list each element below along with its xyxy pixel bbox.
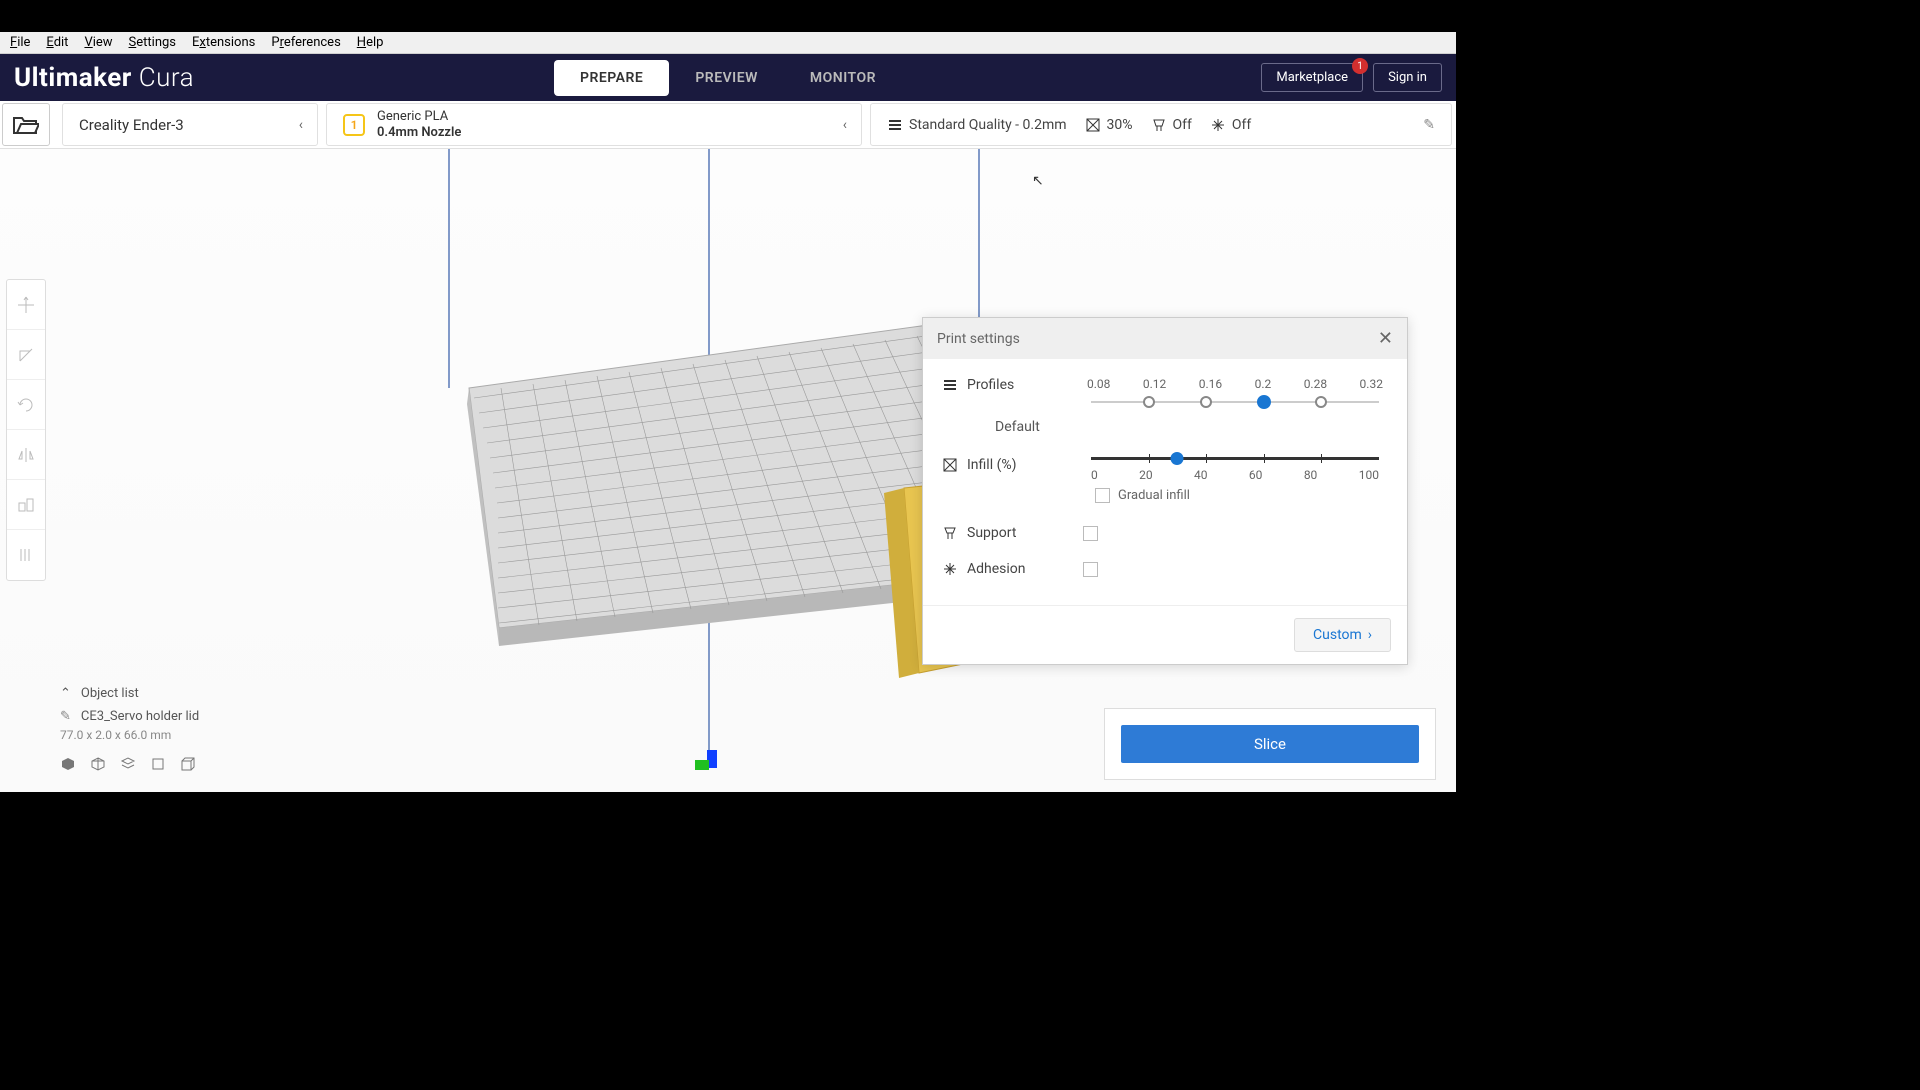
infill-icon [943, 458, 957, 472]
material-selector[interactable]: 1 Generic PLA 0.4mm Nozzle ‹ [326, 103, 862, 146]
tool-scale[interactable] [7, 330, 45, 380]
adhesion-text: Off [1232, 117, 1251, 133]
support-text: Off [1173, 117, 1192, 133]
extruder-badge: 1 [343, 114, 365, 136]
gradual-infill-label: Gradual infill [1118, 488, 1190, 503]
view-solid-icon[interactable] [60, 756, 76, 772]
tool-per-model[interactable] [7, 480, 45, 530]
printer-selector[interactable]: Creality Ender-3 ‹ [62, 103, 318, 146]
view-xray-icon[interactable] [90, 756, 106, 772]
object-dimensions: 77.0 x 2.0 x 66.0 mm [60, 728, 199, 742]
slice-panel: Slice [1104, 708, 1436, 780]
support-checkbox[interactable] [1083, 526, 1098, 541]
marketplace-button[interactable]: Marketplace 1 [1261, 63, 1363, 92]
menu-settings[interactable]: Settings [121, 33, 184, 52]
adhesion-label: Adhesion [967, 561, 1026, 577]
view-iso-icon[interactable] [180, 756, 196, 772]
pencil-icon: ✎ [60, 709, 71, 724]
menu-edit[interactable]: Edit [38, 33, 76, 52]
tool-palette [6, 279, 46, 581]
chevron-left-icon: ‹ [299, 117, 303, 133]
layers-icon [943, 378, 957, 392]
print-settings-title: Print settings [937, 331, 1020, 347]
support-icon [943, 526, 957, 540]
quality-profile-text: Standard Quality - 0.2mm [909, 117, 1067, 133]
tool-move[interactable] [7, 280, 45, 330]
app-header: Ultimaker Cura PREPARE PREVIEW MONITOR M… [0, 54, 1456, 101]
tool-rotate[interactable] [7, 380, 45, 430]
tool-mirror[interactable] [7, 430, 45, 480]
chevron-right-icon: › [1368, 627, 1372, 643]
pencil-icon: ✎ [1423, 117, 1435, 133]
chevron-up-icon: ⌃ [60, 686, 71, 701]
custom-button[interactable]: Custom › [1294, 618, 1391, 652]
support-label: Support [967, 525, 1016, 541]
slice-button[interactable]: Slice [1121, 725, 1419, 763]
app-logo: Ultimaker Cura [14, 63, 194, 93]
menu-preferences[interactable]: Preferences [263, 33, 348, 52]
object-list-item[interactable]: ✎ CE3_Servo holder lid [60, 709, 199, 724]
object-list-panel: ⌃ Object list ✎ CE3_Servo holder lid 77.… [60, 686, 199, 772]
print-settings-selector[interactable]: Standard Quality - 0.2mm 30% Off Off ✎ [870, 103, 1452, 146]
tab-prepare[interactable]: PREPARE [554, 60, 669, 96]
material-name: Generic PLA [377, 109, 461, 125]
print-settings-panel: Print settings ✕ Profiles 0.08 0.12 0.16… [922, 317, 1408, 665]
menu-file[interactable]: File [2, 33, 38, 52]
adhesion-icon [1210, 117, 1226, 133]
infill-slider[interactable] [1091, 457, 1379, 460]
tool-support-blocker[interactable] [7, 530, 45, 580]
profile-slider[interactable] [1091, 401, 1379, 403]
printer-name: Creality Ender-3 [79, 116, 184, 134]
infill-icon [1085, 117, 1101, 133]
view-front-icon[interactable] [150, 756, 166, 772]
menu-view[interactable]: View [76, 33, 120, 52]
marketplace-badge: 1 [1352, 58, 1368, 74]
view-layers-icon[interactable] [120, 756, 136, 772]
gradual-infill-checkbox[interactable] [1095, 488, 1110, 503]
chevron-left-icon: ‹ [843, 117, 847, 133]
close-icon[interactable]: ✕ [1378, 328, 1393, 349]
support-icon [1151, 117, 1167, 133]
menu-extensions[interactable]: Extensions [184, 33, 263, 52]
open-file-button[interactable] [2, 103, 50, 146]
viewport[interactable]: ⌃ Object list ✎ CE3_Servo holder lid 77.… [0, 149, 1456, 792]
tab-preview[interactable]: PREVIEW [669, 60, 784, 96]
menubar: File Edit View Settings Extensions Prefe… [0, 32, 1456, 54]
menu-help[interactable]: Help [349, 33, 392, 52]
infill-label: Infill (%) [967, 457, 1017, 473]
adhesion-icon [943, 562, 957, 576]
object-name: CE3_Servo holder lid [81, 709, 199, 724]
signin-button[interactable]: Sign in [1373, 63, 1442, 92]
nozzle-size: 0.4mm Nozzle [377, 125, 461, 141]
adhesion-checkbox[interactable] [1083, 562, 1098, 577]
infill-percent-text: 30% [1107, 117, 1133, 133]
object-list-toggle[interactable]: ⌃ Object list [60, 686, 199, 701]
object-list-title: Object list [81, 686, 139, 701]
default-label: Default [995, 419, 1387, 435]
folder-icon [13, 115, 39, 135]
layers-icon [887, 117, 903, 133]
sub-header: Creality Ender-3 ‹ 1 Generic PLA 0.4mm N… [0, 101, 1456, 149]
tab-monitor[interactable]: MONITOR [784, 60, 902, 96]
profiles-label: Profiles [967, 377, 1014, 393]
